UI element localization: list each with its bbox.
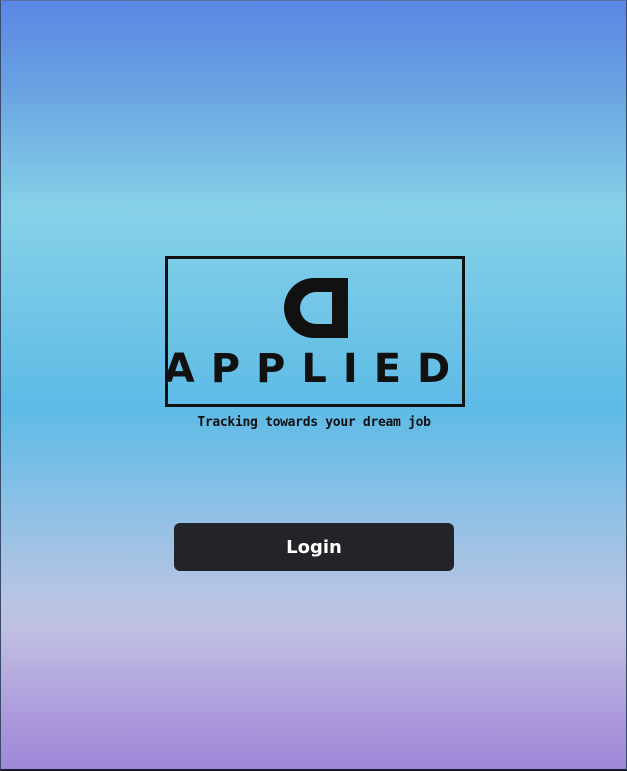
wordmark: APPLIED	[168, 346, 462, 391]
logo: APPLIED	[165, 256, 465, 407]
applied-logo-icon	[284, 278, 348, 338]
wordmark-text: APPLIED	[168, 346, 462, 391]
login-screen: APPLIED Tracking towards your dream job …	[0, 0, 627, 771]
tagline: Tracking towards your dream job	[197, 415, 431, 430]
login-button[interactable]: Login	[174, 523, 454, 571]
